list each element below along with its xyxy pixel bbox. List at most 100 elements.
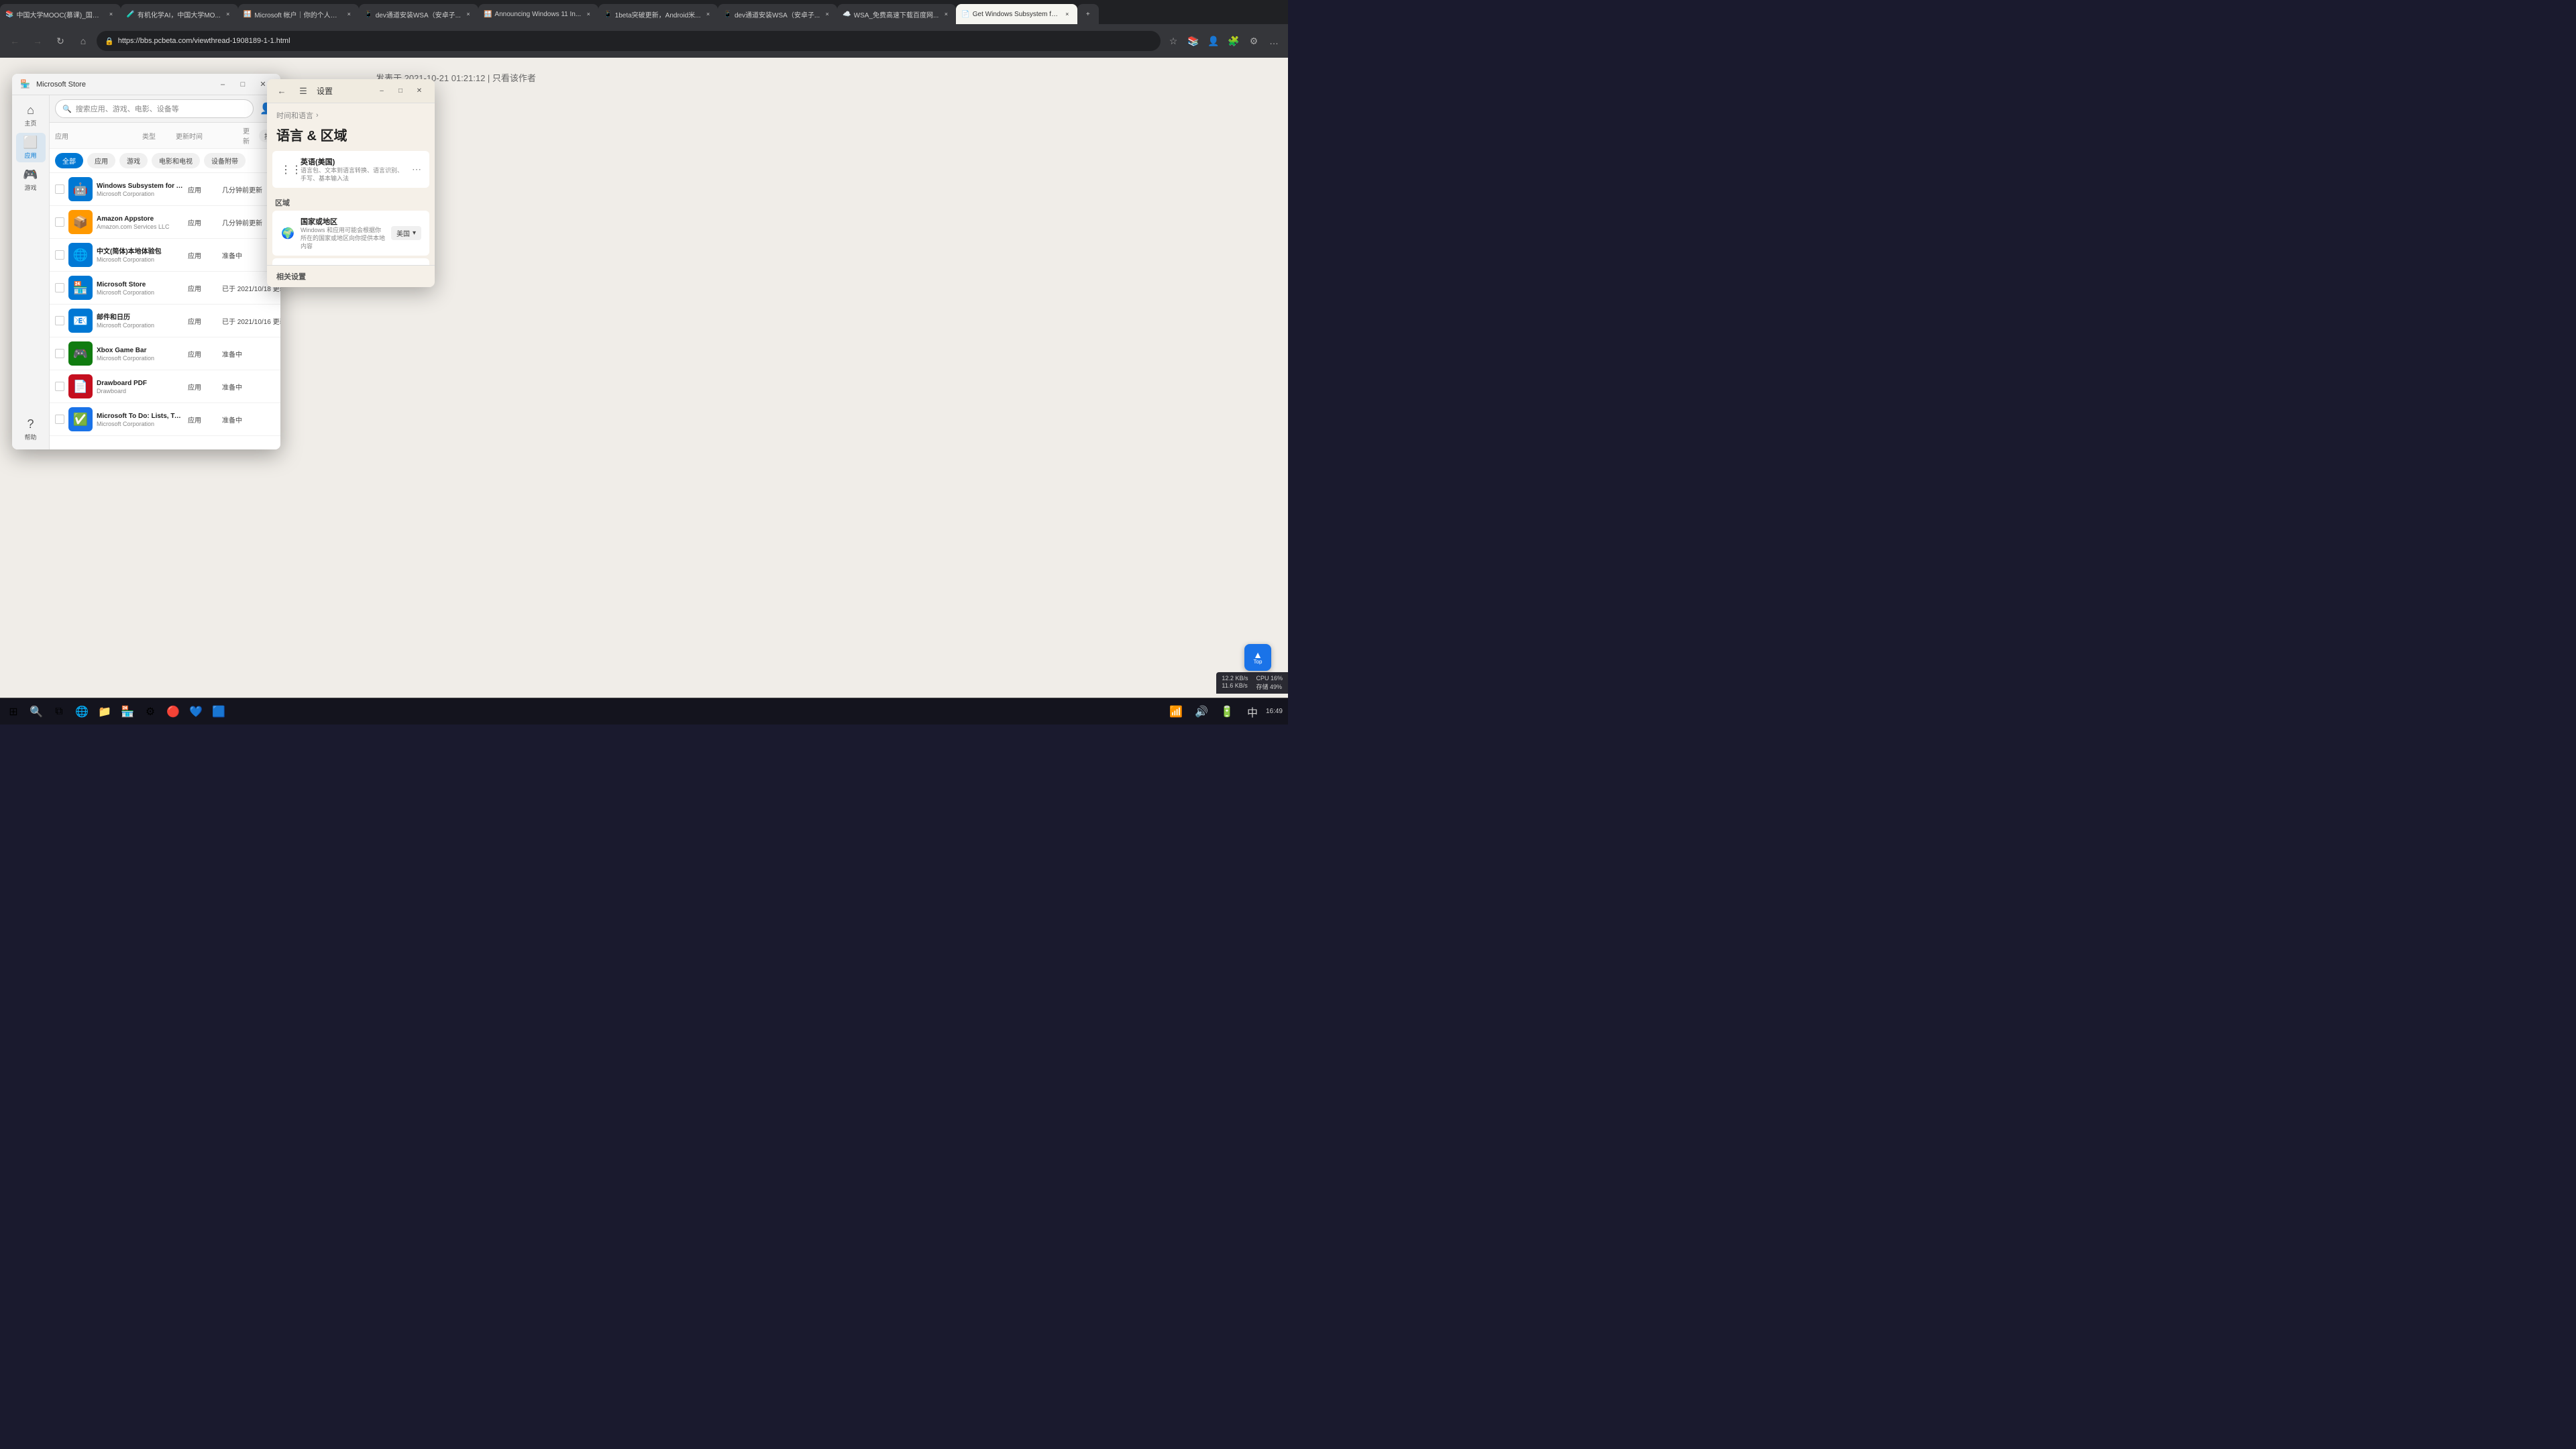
region-desc: Windows 和应用可能会根据你所在的国家或地区向你提供本地内容 <box>301 227 386 250</box>
search-taskbar-button[interactable]: 🔍 <box>25 701 47 722</box>
store-search-bar-area: 🔍 搜索应用、游戏、电影、设备等 👤 <box>50 95 280 123</box>
settings-menu-button[interactable]: ☰ <box>295 83 311 99</box>
refresh-button[interactable]: ↻ <box>51 32 70 50</box>
app3-taskbar[interactable]: 🟦 <box>208 701 229 722</box>
address-bar[interactable]: 🔒 https://bbs.pcbeta.com/viewthread-1908… <box>97 31 1161 51</box>
store-item: ✅ Microsoft To Do: Lists, Tasks & Remin.… <box>50 403 280 436</box>
item-checkbox[interactable] <box>55 217 64 227</box>
home-button[interactable]: ⌂ <box>74 32 93 50</box>
filter-games[interactable]: 游戏 <box>119 153 148 168</box>
settings-minimize-button[interactable]: – <box>373 85 390 98</box>
top-button[interactable]: ▲ Top <box>1244 644 1271 671</box>
tab-close-button[interactable]: × <box>1063 9 1072 19</box>
settings-language-row[interactable]: ⋮⋮ 英语(美国) 语言包、文本到语言转换、语言识别、手写、基本输入法 ⋯ <box>272 151 429 188</box>
favorites-icon[interactable]: ☆ <box>1165 32 1182 50</box>
cpu-stat: CPU 16% <box>1256 675 1283 682</box>
browser-tab-1[interactable]: 📚 中国大学MOOC(慕课)_国家... × <box>0 4 121 24</box>
collections-icon[interactable]: 📚 <box>1185 32 1202 50</box>
browser-tab-7[interactable]: 📱 dev通道安装WSA（安卓子... × <box>718 4 837 24</box>
store-search-input[interactable]: 🔍 搜索应用、游戏、电影、设备等 <box>55 99 254 118</box>
settings-icon[interactable]: ⚙ <box>1245 32 1263 50</box>
filter-devices[interactable]: 设备附带 <box>204 153 246 168</box>
tab-close-button[interactable]: × <box>344 9 354 19</box>
breadcrumb-parent[interactable]: 时间和语言 <box>276 110 313 121</box>
item-publisher: Microsoft Corporation <box>97 256 184 263</box>
region-dropdown[interactable]: 美国 ▾ <box>391 226 421 240</box>
filter-movies[interactable]: 电影和电视 <box>152 153 200 168</box>
ime-icon[interactable]: 中 <box>1242 701 1263 722</box>
item-icon: ✅ <box>68 407 93 431</box>
more-icon[interactable]: … <box>1265 32 1283 50</box>
store-window-controls: – □ ✕ <box>213 78 272 91</box>
filter-all[interactable]: 全部 <box>55 153 83 168</box>
taskview-button[interactable]: ⧉ <box>48 701 70 722</box>
settings-taskbar-button[interactable]: ⚙ <box>140 701 161 722</box>
battery-icon[interactable]: 🔋 <box>1216 701 1238 722</box>
search-icon: 🔍 <box>62 105 72 113</box>
store-minimize-button[interactable]: – <box>213 78 232 91</box>
item-icon: 🤖 <box>68 177 93 201</box>
browser-tab-8[interactable]: ☁️ WSA_免费高速下载百度网... × <box>837 4 956 24</box>
item-checkbox[interactable] <box>55 349 64 358</box>
store-maximize-button[interactable]: □ <box>233 78 252 91</box>
item-publisher: Microsoft Corporation <box>97 355 184 362</box>
forward-button[interactable]: → <box>28 32 47 50</box>
item-icon: 🎮 <box>68 341 93 366</box>
item-publisher: Drawboard <box>97 388 184 394</box>
settings-page-title: 语言 & 区域 <box>267 125 435 151</box>
settings-close-button[interactable]: ✕ <box>411 85 428 98</box>
tab-close-button[interactable]: × <box>223 9 233 19</box>
item-checkbox[interactable] <box>55 316 64 325</box>
tab-close-button[interactable]: × <box>106 9 115 19</box>
browser-tab-4[interactable]: 📱 dev通道安装WSA（安卓子... × <box>359 4 478 24</box>
settings-title: 设置 <box>317 85 368 97</box>
explorer-taskbar-button[interactable]: 📁 <box>94 701 115 722</box>
clock[interactable]: 16:49 <box>1266 707 1283 716</box>
tab-close-button[interactable]: × <box>464 9 473 19</box>
browser-tab-9[interactable]: 📄 Get Windows Subsystem fo... × <box>956 4 1077 24</box>
item-checkbox[interactable] <box>55 250 64 260</box>
item-checkbox[interactable] <box>55 283 64 292</box>
store-taskbar-button[interactable]: 🏪 <box>117 701 138 722</box>
browser-tab-5[interactable]: 🪟 Announcing Windows 11 In... × <box>478 4 598 24</box>
network-icon[interactable]: 📶 <box>1165 701 1187 722</box>
games-icon: 🎮 <box>23 168 38 182</box>
item-checkbox[interactable] <box>55 415 64 424</box>
settings-format-row[interactable]: 📅 区域格式 Windows 和某些应用将根据区域格式设置日期和时间格式。 中文… <box>272 258 429 265</box>
item-icon: 📦 <box>68 210 93 234</box>
tab-close-button[interactable]: × <box>703 9 712 19</box>
store-nav-help[interactable]: ? 帮助 <box>16 415 46 444</box>
store-nav-games[interactable]: 🎮 游戏 <box>16 165 46 195</box>
apps-icon: ⬜ <box>23 136 38 150</box>
filter-apps[interactable]: 应用 <box>87 153 115 168</box>
settings-maximize-button[interactable]: □ <box>392 85 409 98</box>
tab-close-button[interactable]: × <box>822 9 832 19</box>
app1-taskbar[interactable]: 🔴 <box>162 701 184 722</box>
new-tab-button[interactable]: + <box>1077 4 1099 24</box>
tab-title: Microsoft 帐户｜你的个人主... <box>254 9 341 19</box>
store-items-list: 🤖 Windows Subsystem for Android™ wit... … <box>50 173 280 436</box>
browser-tab-3[interactable]: 🪟 Microsoft 帐户｜你的个人主... × <box>238 4 359 24</box>
extensions-icon[interactable]: 🧩 <box>1225 32 1242 50</box>
settings-back-button[interactable]: ← <box>274 83 290 99</box>
back-button[interactable]: ← <box>5 32 24 50</box>
edge-taskbar-button[interactable]: 🌐 <box>71 701 93 722</box>
sound-icon[interactable]: 🔊 <box>1191 701 1212 722</box>
browser-tab-6[interactable]: 📱 1beta突破更新，Android米... × <box>598 4 718 24</box>
app2-taskbar[interactable]: 💙 <box>185 701 207 722</box>
browser-tab-2[interactable]: 🧪 有机化学AI，中国大学MO... × <box>121 4 237 24</box>
store-nav-apps-label: 应用 <box>24 151 36 160</box>
tab-favicon: 🪟 <box>244 11 252 18</box>
item-type: 应用 <box>188 250 218 260</box>
account-icon[interactable]: 👤 <box>1205 32 1222 50</box>
settings-region-row[interactable]: 🌍 国家或地区 Windows 和应用可能会根据你所在的国家或地区向你提供本地内… <box>272 211 429 256</box>
tab-close-button[interactable]: × <box>941 9 951 19</box>
net-status-overlay: 12.2 KB/s 11.6 KB/s CPU 16% 存储 49% <box>1216 672 1288 694</box>
store-nav-apps[interactable]: ⬜ 应用 <box>16 133 46 162</box>
start-button[interactable]: ⊞ <box>3 701 24 722</box>
item-checkbox[interactable] <box>55 382 64 391</box>
store-nav-home[interactable]: ⌂ 主页 <box>16 101 46 130</box>
language-more-button[interactable]: ⋯ <box>412 164 421 175</box>
item-checkbox[interactable] <box>55 184 64 194</box>
tab-close-button[interactable]: × <box>584 9 593 19</box>
